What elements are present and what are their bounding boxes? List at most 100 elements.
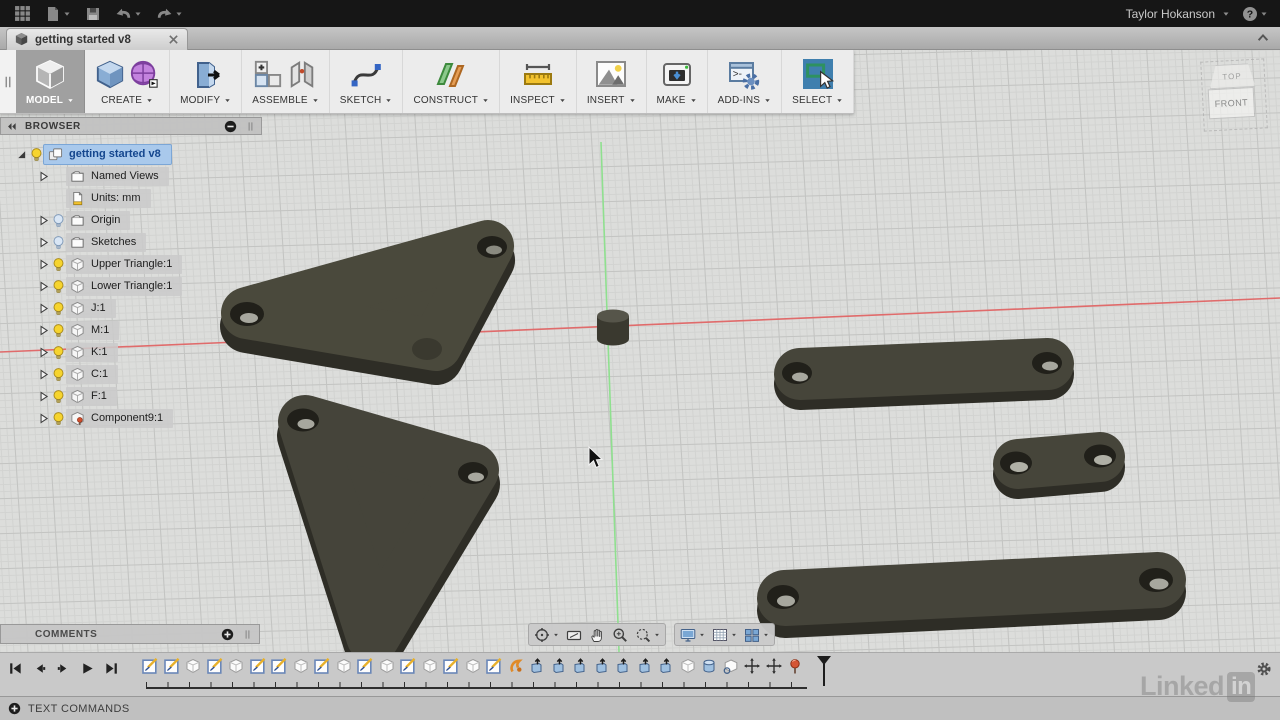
orbit-button[interactable]: [534, 627, 559, 643]
timeline-feature-body[interactable]: [228, 658, 244, 674]
timeline-feature-extrude[interactable]: [529, 658, 545, 674]
toolbar-group-select[interactable]: SELECT: [782, 50, 854, 113]
timeline-feature-component[interactable]: [723, 658, 739, 674]
redo-button[interactable]: [156, 5, 183, 22]
close-icon[interactable]: [167, 33, 180, 46]
visibility-bulb-icon[interactable]: [50, 257, 66, 272]
panel-resize-handle[interactable]: [245, 121, 256, 132]
timeline-feature-joint[interactable]: [508, 658, 524, 674]
toolbar-group-modify[interactable]: MODIFY: [170, 50, 242, 113]
timeline-feature-body[interactable]: [680, 658, 696, 674]
display-button[interactable]: [680, 627, 705, 643]
visibility-bulb-icon[interactable]: [50, 411, 66, 426]
view-cube[interactable]: TOP FRONT: [1204, 63, 1263, 128]
timeline-feature-pin[interactable]: [787, 658, 803, 674]
toolbar-group-model[interactable]: MODEL: [16, 50, 85, 113]
tree-expand-arrow[interactable]: [36, 258, 50, 271]
construct-planes-icon[interactable]: [435, 58, 467, 90]
toolbar-group-create[interactable]: CREATE: [85, 50, 170, 113]
help-menu[interactable]: ?: [1242, 6, 1268, 22]
middle-link-body[interactable]: [782, 352, 1062, 384]
visibility-bulb-icon[interactable]: [50, 367, 66, 382]
tree-expand-arrow[interactable]: [14, 148, 28, 161]
timeline-skip-end-button[interactable]: [104, 661, 119, 676]
tree-expand-arrow[interactable]: [36, 170, 50, 183]
tree-item[interactable]: Upper Triangle:1: [66, 255, 182, 274]
expand-text-commands-icon[interactable]: [8, 702, 21, 715]
collapse-toolbar-button[interactable]: [1256, 31, 1270, 45]
visibility-bulb-icon[interactable]: [50, 279, 66, 294]
timeline-ruler[interactable]: [146, 682, 807, 689]
tree-expand-arrow[interactable]: [36, 280, 50, 293]
save-button[interactable]: [85, 6, 101, 22]
tree-item[interactable]: getting started v8: [44, 145, 171, 164]
minimize-panel-icon[interactable]: [224, 120, 237, 133]
toolbar-group-construct[interactable]: CONSTRUCT: [403, 50, 500, 113]
timeline-feature-body[interactable]: [185, 658, 201, 674]
timeline-feature-sketch[interactable]: [250, 658, 266, 674]
visibility-bulb-icon[interactable]: [28, 147, 44, 162]
tree-expand-arrow[interactable]: [36, 390, 50, 403]
create-cube-icon[interactable]: [95, 59, 125, 89]
tree-item[interactable]: K:1: [66, 343, 118, 362]
tree-expand-arrow[interactable]: [36, 368, 50, 381]
timeline-feature-move[interactable]: [766, 658, 782, 674]
timeline-feature-body[interactable]: [336, 658, 352, 674]
view-cube-top-face[interactable]: TOP: [1208, 63, 1255, 89]
timeline-feature-extrude[interactable]: [637, 658, 653, 674]
assemble-blocks-icon[interactable]: [253, 59, 283, 89]
zoom-fit-button[interactable]: [635, 627, 660, 643]
user-menu[interactable]: Taylor Hokanson: [1126, 7, 1230, 21]
visibility-bulb-icon[interactable]: [50, 235, 66, 250]
timeline-feature-body[interactable]: [465, 658, 481, 674]
timeline-feature-move[interactable]: [744, 658, 760, 674]
toolbar-group-assemble[interactable]: ASSEMBLE: [242, 50, 330, 113]
timeline-position-marker[interactable]: [817, 656, 830, 686]
timeline-feature-body[interactable]: [293, 658, 309, 674]
timeline-feature-body[interactable]: [422, 658, 438, 674]
tree-expand-arrow[interactable]: [36, 324, 50, 337]
document-tab[interactable]: getting started v8: [6, 28, 188, 50]
model-viewport[interactable]: MODELCREATEMODIFYASSEMBLESKETCHCONSTRUCT…: [0, 50, 1280, 652]
grid-icon-button[interactable]: [712, 627, 737, 643]
view-cube-front-face[interactable]: FRONT: [1208, 87, 1256, 119]
app-grid-icon[interactable]: [14, 5, 31, 22]
timeline-feature-sketch[interactable]: [486, 658, 502, 674]
tree-item[interactable]: Sketches: [66, 233, 146, 252]
visibility-bulb-icon[interactable]: [50, 301, 66, 316]
tree-item[interactable]: Component9:1: [66, 409, 173, 428]
tree-item[interactable]: M:1: [66, 321, 119, 340]
collapse-panel-icon[interactable]: [6, 121, 17, 132]
timeline-feature-sketch[interactable]: [400, 658, 416, 674]
tree-expand-arrow[interactable]: [36, 412, 50, 425]
visibility-bulb-icon[interactable]: [50, 345, 66, 360]
upper-triangle-body[interactable]: [230, 236, 507, 360]
browser-panel-header[interactable]: BROWSER: [0, 117, 262, 135]
tree-item[interactable]: C:1: [66, 365, 118, 384]
toolbar-group-make[interactable]: MAKE: [647, 50, 708, 113]
timeline-feature-sketch[interactable]: [271, 658, 287, 674]
timeline-feature-sketch[interactable]: [207, 658, 223, 674]
tree-expand-arrow[interactable]: [36, 214, 50, 227]
model-cube-icon[interactable]: [34, 58, 66, 90]
visibility-bulb-icon[interactable]: [50, 323, 66, 338]
timeline-feature-extrude[interactable]: [594, 658, 610, 674]
addins-terminal-icon[interactable]: >-: [728, 58, 760, 90]
tree-item[interactable]: J:1: [66, 299, 116, 318]
insert-image-icon[interactable]: [595, 58, 627, 90]
toolbar-group-insert[interactable]: INSERT: [577, 50, 647, 113]
timeline-skip-start-button[interactable]: [8, 661, 23, 676]
create-mesh-icon[interactable]: [129, 59, 159, 89]
tree-item[interactable]: Named Views: [66, 167, 169, 186]
timeline-settings-gear-icon[interactable]: [1256, 661, 1272, 677]
visibility-bulb-icon[interactable]: [50, 213, 66, 228]
expand-comments-icon[interactable]: [221, 628, 234, 641]
small-link-body[interactable]: [1000, 445, 1116, 475]
long-link-body[interactable]: [767, 568, 1173, 610]
lower-triangle-body[interactable]: [287, 409, 488, 649]
tree-item[interactable]: Units: mm: [66, 189, 151, 208]
text-commands-label[interactable]: TEXT COMMANDS: [28, 703, 130, 715]
visibility-bulb-icon[interactable]: [50, 389, 66, 404]
cylinder-body[interactable]: [597, 310, 629, 346]
assemble-joint-icon[interactable]: [287, 59, 317, 89]
